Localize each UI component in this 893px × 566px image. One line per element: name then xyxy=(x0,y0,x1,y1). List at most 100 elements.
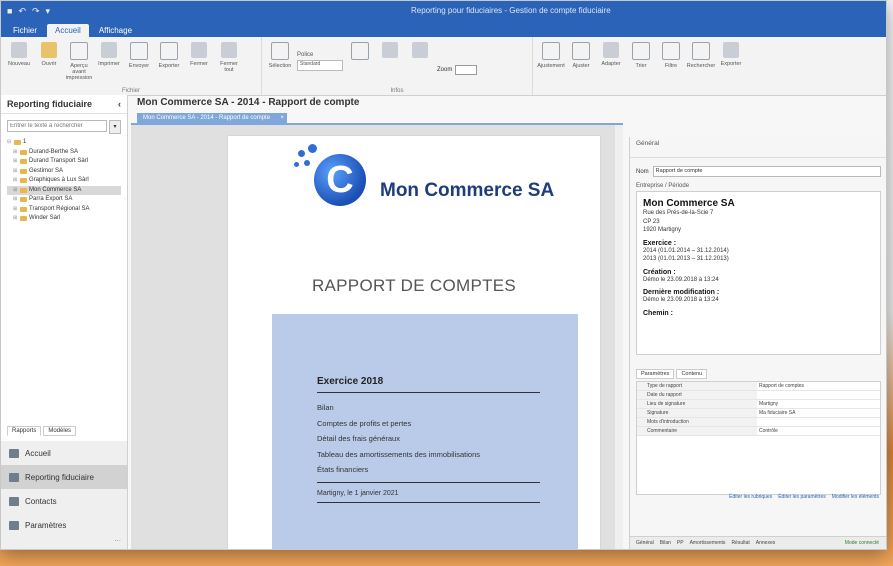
close-icon[interactable]: × xyxy=(280,113,284,123)
tab-rapports[interactable]: Rapports xyxy=(7,426,42,436)
export-right-button[interactable]: Exporter xyxy=(718,40,744,83)
tab-contenu[interactable]: Contenu xyxy=(676,369,708,379)
chevron-down-icon[interactable]: ▾ xyxy=(109,120,121,134)
zoom-control[interactable]: Zoom xyxy=(437,56,478,83)
tab-parametres[interactable]: Paramètres xyxy=(636,369,675,379)
select-button[interactable]: Sélection xyxy=(267,40,293,83)
expand-icon[interactable]: ⊞ xyxy=(13,186,18,196)
document-tab-label: Mon Commerce SA - 2014 - Rapport de comp… xyxy=(143,115,271,121)
status-tab[interactable]: Bilan xyxy=(660,537,671,549)
tree-item[interactable]: ⊞ Durand Transport Sàrl xyxy=(7,157,121,167)
status-tab[interactable]: Général xyxy=(636,537,654,549)
tree-item-selected[interactable]: ⊞ Mon Commerce SA xyxy=(7,185,121,196)
style-select[interactable]: Police Standard xyxy=(297,52,343,83)
name-field[interactable]: Rapport de compte xyxy=(652,166,881,177)
folder-icon xyxy=(20,187,27,193)
tree-item[interactable]: ⊞ Graphiques à Lux Sàrl xyxy=(7,176,121,186)
print-button[interactable]: Imprimer xyxy=(96,40,122,83)
open-button[interactable]: Ouvrir xyxy=(36,40,62,83)
adjust-button[interactable]: Ajustement xyxy=(537,40,565,83)
expand-icon[interactable]: ⊞ xyxy=(13,148,18,158)
undo-icon[interactable]: ↶ xyxy=(18,6,26,17)
export-button[interactable]: Exporter xyxy=(156,40,182,83)
sort-button[interactable]: Trier xyxy=(628,40,654,83)
tree-item[interactable]: ⊞ Durand-Berthe SA xyxy=(7,148,121,158)
tree-item[interactable]: ⊞ Gestimor SA xyxy=(7,167,121,177)
collapse-panel-icon[interactable]: ‹ xyxy=(118,99,121,109)
report-heading: RAPPORT DE COMPTES xyxy=(311,276,517,295)
adjust-width-button[interactable]: Ajuster xyxy=(568,40,594,83)
status-tab[interactable]: PP xyxy=(677,537,684,549)
nav-item-contacts[interactable]: Contacts xyxy=(1,489,127,513)
logo-dot xyxy=(298,150,305,157)
ribbon-tabs: Fichier Accueil Affichage xyxy=(1,21,886,37)
expand-icon[interactable]: ⊞ xyxy=(13,205,18,215)
nav-item-accueil[interactable]: Accueil xyxy=(1,441,127,465)
edit-sections-link[interactable]: Éditer les rubriques xyxy=(729,494,772,500)
expand-icon[interactable]: ⊞ xyxy=(13,195,18,205)
tab-accueil[interactable]: Accueil xyxy=(47,24,89,37)
grid-row[interactable]: Signature Ma fiduciaire SA xyxy=(637,409,880,418)
status-tab[interactable]: Résultat xyxy=(731,537,749,549)
tree-item[interactable]: ⊟ 1 xyxy=(7,138,121,148)
edit-elements-link[interactable]: Modifier les éléments xyxy=(832,494,879,500)
expand-icon[interactable]: ⊞ xyxy=(13,167,18,177)
properties-panel: Général Nom Rapport de compte Entreprise… xyxy=(629,137,886,549)
save-icon[interactable]: ■ xyxy=(7,6,12,17)
zoom-box[interactable] xyxy=(455,64,478,75)
nav-item-parametres[interactable]: Paramètres xyxy=(1,513,127,537)
grid-row[interactable]: Mots d'introduction xyxy=(637,418,880,427)
settings-icon xyxy=(9,520,19,530)
fit-icon xyxy=(351,42,369,60)
tree-item[interactable]: ⊞ Transport Régional SA xyxy=(7,205,121,215)
edit-parameters-link[interactable]: Éditer les paramètres xyxy=(778,494,826,500)
status-tab[interactable]: Amortissements xyxy=(690,537,726,549)
fit-width-button[interactable] xyxy=(377,40,403,83)
expand-icon[interactable]: ⊞ xyxy=(13,157,18,167)
tab-affichage[interactable]: Affichage xyxy=(91,24,140,37)
expand-icon[interactable]: ⊞ xyxy=(13,214,18,224)
redo-icon[interactable]: ↷ xyxy=(32,6,40,17)
parameter-tabs: Paramètres Contenu xyxy=(636,369,708,379)
fit-button[interactable] xyxy=(347,40,373,83)
tree-search-input[interactable] xyxy=(7,120,107,132)
tab-modeles[interactable]: Modèles xyxy=(43,426,77,436)
adapt-button[interactable]: Adapter xyxy=(598,40,624,83)
close-doc-icon xyxy=(191,42,207,58)
style-select-value[interactable]: Standard xyxy=(297,60,343,71)
grid-row[interactable]: Commentaire Contrôle xyxy=(637,427,880,436)
grid-row[interactable]: Lieu de signature Martigny xyxy=(637,400,880,409)
card-modified-head: Dernière modification : xyxy=(643,289,720,296)
grid-row[interactable]: Date du rapport xyxy=(637,391,880,400)
tree-item[interactable]: ⊞ Parra Export SA xyxy=(7,195,121,205)
more-options-icon[interactable]: ... xyxy=(114,534,121,543)
content-item: Détail des frais généraux xyxy=(317,434,400,443)
filter-button[interactable]: Filtre xyxy=(658,40,684,83)
new-button[interactable]: Nouveau xyxy=(6,40,32,83)
grid-row[interactable]: Type de rapport Rapport de comptes xyxy=(637,382,880,391)
nav-item-reporting[interactable]: Reporting fiduciaire xyxy=(1,465,127,489)
close-button[interactable]: Fermer xyxy=(186,40,212,83)
status-tab[interactable]: Annexes xyxy=(756,537,775,549)
card-path-head: Chemin : xyxy=(643,309,673,317)
preview-button[interactable]: Aperçu avant impression xyxy=(66,40,92,83)
tab-fichier[interactable]: Fichier xyxy=(5,24,45,37)
content-item: Comptes de profits et pertes xyxy=(317,418,412,428)
document-tab[interactable]: Mon Commerce SA - 2014 - Rapport de comp… xyxy=(137,113,287,123)
expand-icon[interactable]: ⊞ xyxy=(13,176,18,186)
folder-icon xyxy=(20,168,27,174)
close-all-button[interactable]: Fermer tout xyxy=(216,40,242,83)
tree-item[interactable]: ⊞ Winder Sàrl xyxy=(7,214,121,224)
filter-icon xyxy=(662,42,680,60)
fit-page-button[interactable] xyxy=(407,40,433,83)
fit-width-icon xyxy=(382,42,398,58)
customize-icon[interactable]: ▾ xyxy=(46,6,51,17)
folder-icon xyxy=(20,197,27,203)
send-button[interactable]: Envoyer xyxy=(126,40,152,83)
logo-dot xyxy=(294,162,299,167)
search-button[interactable]: Rechercher xyxy=(687,40,715,83)
exercise-title: Exercice 2018 xyxy=(317,376,384,387)
vertical-scrollbar[interactable] xyxy=(615,125,623,549)
left-panel-header: Reporting fiduciaire ‹ xyxy=(1,95,127,114)
collapse-icon[interactable]: ⊟ xyxy=(7,138,12,148)
